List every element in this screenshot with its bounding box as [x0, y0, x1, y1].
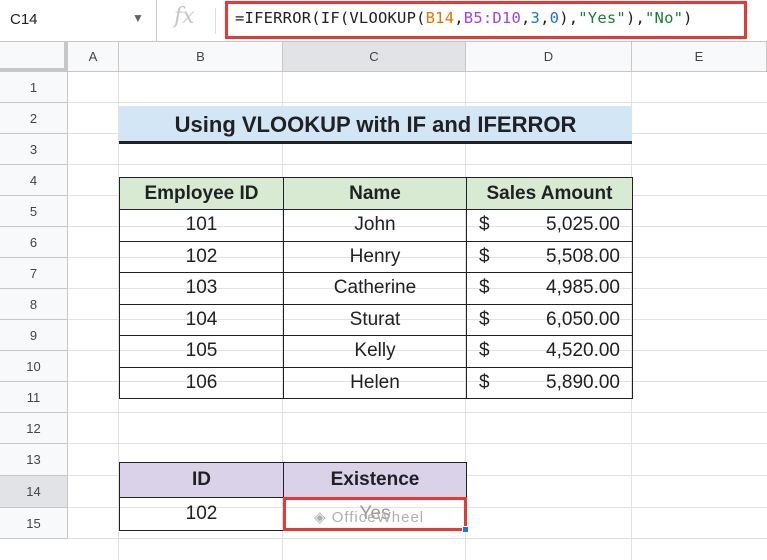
row-header-10[interactable]: 10 — [0, 351, 68, 382]
currency-symbol: $ — [479, 340, 490, 362]
fx-icon: fx — [174, 4, 195, 29]
sales-amount-cell[interactable]: $6,050.00 — [466, 303, 633, 336]
column-header-e[interactable]: E — [632, 42, 767, 72]
amount-value: 4,985.00 — [546, 277, 620, 299]
column-header-b[interactable]: B — [119, 42, 283, 72]
row-header-4[interactable]: 4 — [0, 165, 68, 196]
formula-token: B14 — [425, 9, 455, 27]
currency-symbol: $ — [479, 277, 490, 299]
sales-amount-cell[interactable]: $5,890.00 — [466, 366, 633, 399]
formula-token: , — [454, 9, 464, 27]
select-all-corner[interactable] — [0, 42, 68, 72]
column-header-d[interactable]: D — [466, 42, 632, 72]
sales-amount-cell[interactable]: $4,985.00 — [466, 272, 633, 305]
formula-input[interactable]: =IFERROR(IF(VLOOKUP(B14,B5:D10,3,0),"Yes… — [235, 9, 693, 27]
sheet-title[interactable]: Using VLOOKUP with IF and IFERROR — [119, 106, 632, 144]
grid-line-h — [68, 538, 767, 539]
amount-value: 5,025.00 — [546, 214, 620, 236]
employee-id-cell[interactable]: 106 — [119, 366, 284, 399]
row-header-6[interactable]: 6 — [0, 227, 68, 258]
formula-token: "Yes" — [578, 9, 626, 27]
formula-token: , — [540, 9, 550, 27]
formula-token: ), — [625, 9, 646, 27]
grid-line-h — [68, 443, 767, 444]
amount-value: 5,508.00 — [546, 245, 620, 267]
lookup-table-header: Existence — [283, 462, 467, 498]
employee-id-cell[interactable]: 101 — [119, 209, 284, 242]
row-header-1[interactable]: 1 — [0, 72, 68, 103]
employee-name-cell[interactable]: Kelly — [283, 335, 467, 368]
row-header-3[interactable]: 3 — [0, 134, 68, 165]
row-header-2[interactable]: 2 — [0, 103, 68, 134]
employee-table-header: Name — [283, 177, 467, 210]
amount-value: 5,890.00 — [546, 371, 620, 393]
dropdown-arrow-icon[interactable]: ▼ — [132, 11, 144, 25]
formula-token: "No" — [645, 9, 684, 27]
employee-id-cell[interactable]: 104 — [119, 303, 284, 336]
sales-amount-cell[interactable]: $5,025.00 — [466, 209, 633, 242]
lookup-table-header: ID — [119, 462, 284, 498]
name-box[interactable]: C14 ▼ — [0, 0, 157, 41]
row-header-5[interactable]: 5 — [0, 196, 68, 227]
lookup-id-cell[interactable]: 102 — [119, 497, 284, 531]
formula-bar: C14 ▼ fx =IFERROR(IF(VLOOKUP(B14,B5:D10,… — [0, 0, 767, 42]
formula-token: , — [521, 9, 531, 27]
row-header-14[interactable]: 14 — [0, 476, 68, 508]
employee-table-header: Employee ID — [119, 177, 284, 210]
employee-id-cell[interactable]: 103 — [119, 272, 284, 305]
row-header-8[interactable]: 8 — [0, 289, 68, 320]
row-header-12[interactable]: 12 — [0, 413, 68, 444]
grid-line-h — [68, 412, 767, 413]
employee-id-cell[interactable]: 105 — [119, 335, 284, 368]
formula-token: 3 — [530, 9, 541, 27]
amount-value: 6,050.00 — [546, 308, 620, 330]
row-header-15[interactable]: 15 — [0, 508, 68, 539]
formula-token: 0 — [549, 9, 560, 27]
sales-amount-cell[interactable]: $4,520.00 — [466, 335, 633, 368]
formula-token: =IFERROR(IF(VLOOKUP( — [235, 9, 426, 27]
fill-handle[interactable] — [462, 526, 469, 533]
row-header-9[interactable]: 9 — [0, 320, 68, 351]
currency-symbol: $ — [479, 245, 490, 267]
currency-symbol: $ — [479, 214, 490, 236]
grid-line-h — [68, 102, 767, 103]
name-box-value: C14 — [10, 11, 38, 28]
row-header-7[interactable]: 7 — [0, 258, 68, 289]
currency-symbol: $ — [479, 308, 490, 330]
employee-name-cell[interactable]: Sturat — [283, 303, 467, 336]
row-header-13[interactable]: 13 — [0, 444, 68, 476]
employee-name-cell[interactable]: Catherine — [283, 272, 467, 305]
employee-name-cell[interactable]: John — [283, 209, 467, 242]
column-header-c[interactable]: C — [283, 42, 466, 72]
employee-id-cell[interactable]: 102 — [119, 240, 284, 273]
row-header-11[interactable]: 11 — [0, 382, 68, 413]
grid-line-h — [68, 164, 767, 165]
selected-cell-highlight[interactable] — [283, 497, 467, 531]
sales-amount-cell[interactable]: $5,508.00 — [466, 240, 633, 273]
formula-separator — [215, 8, 216, 34]
employee-name-cell[interactable]: Henry — [283, 240, 467, 273]
formula-token: ), — [559, 9, 579, 27]
column-header-a[interactable]: A — [68, 42, 119, 72]
formula-token: B5:D10 — [463, 9, 521, 27]
employee-table-header: Sales Amount — [466, 177, 633, 210]
formula-token: ) — [683, 9, 693, 27]
employee-name-cell[interactable]: Helen — [283, 366, 467, 399]
currency-symbol: $ — [479, 371, 490, 393]
amount-value: 4,520.00 — [546, 340, 620, 362]
